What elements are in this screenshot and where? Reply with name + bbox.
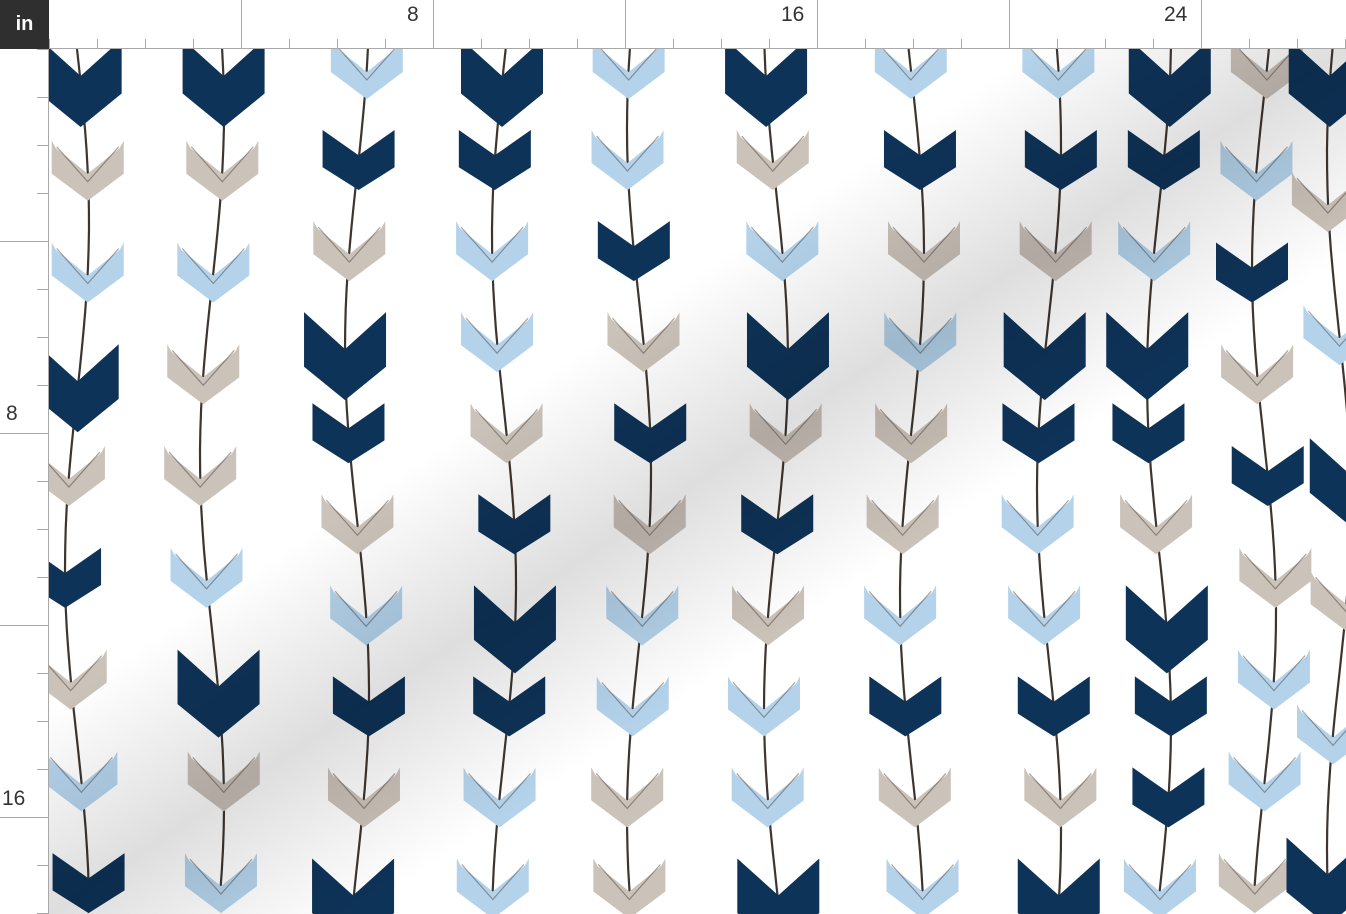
top-ruler-ticks bbox=[49, 0, 1346, 49]
fabric-fold-shadow bbox=[49, 49, 1346, 914]
arrow-pattern bbox=[49, 49, 1346, 914]
left-ruler-ticks bbox=[0, 49, 49, 914]
fabric-swatch bbox=[49, 49, 1346, 914]
left-ruler: 8 16 bbox=[0, 49, 49, 914]
top-ruler: 8 16 24 bbox=[49, 0, 1346, 49]
unit-label: in bbox=[0, 0, 49, 49]
